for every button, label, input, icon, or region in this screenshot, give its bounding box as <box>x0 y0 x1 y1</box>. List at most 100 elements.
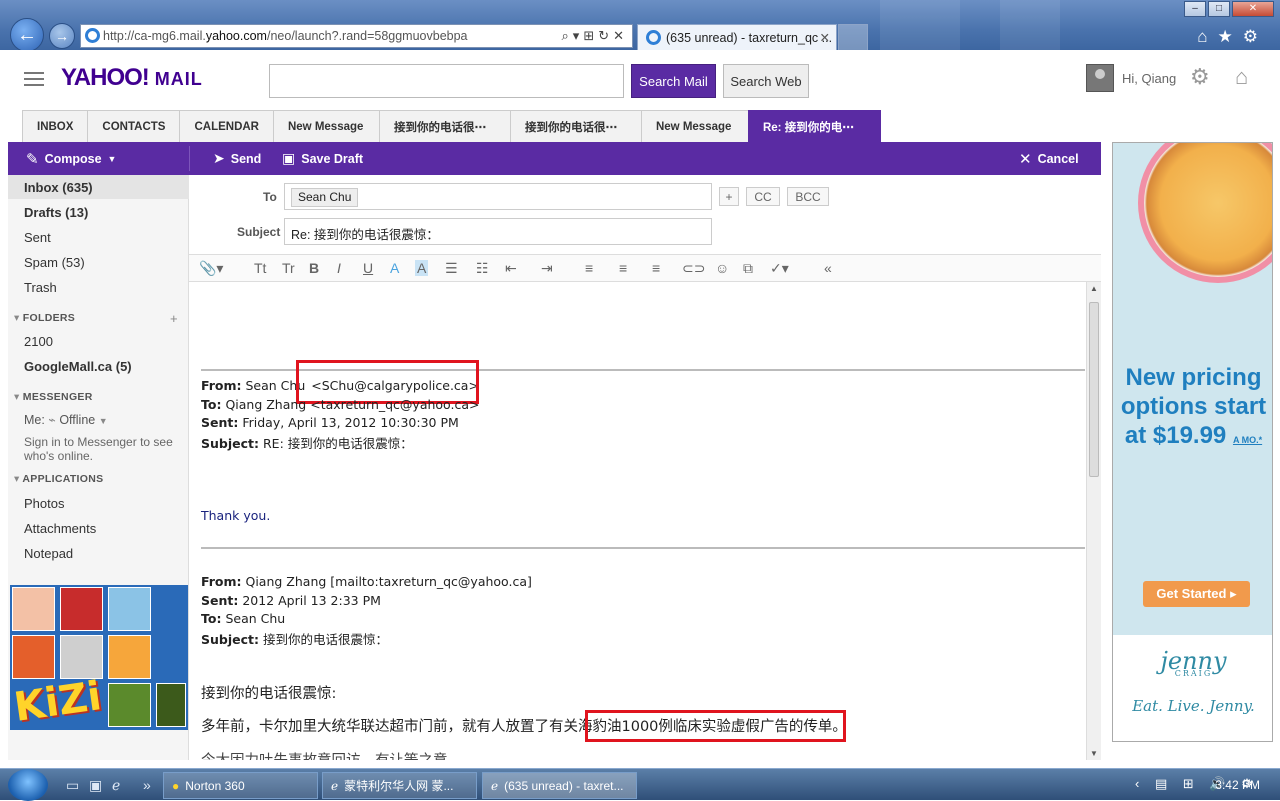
tab-inbox[interactable]: INBOX <box>22 110 89 142</box>
scroll-thumb[interactable] <box>1089 302 1099 477</box>
quicklaunch-more-icon[interactable]: » <box>143 777 151 793</box>
taskbar-item-norton[interactable]: ● Norton 360 <box>163 772 318 799</box>
italic-icon[interactable]: I <box>337 260 341 276</box>
add-folder-icon[interactable]: + <box>170 311 178 326</box>
subject-field[interactable]: Re: 接到你的电话很震惊： <box>284 218 712 245</box>
scroll-up-icon[interactable]: ▲ <box>1090 284 1098 293</box>
folder-item-2100[interactable]: 2100 <box>24 334 53 349</box>
cancel-button[interactable]: ✕ Cancel <box>1019 150 1079 168</box>
to-field[interactable]: Sean Chu <box>284 183 712 210</box>
game-ad-block[interactable]: KiZi <box>10 585 188 731</box>
home-icon[interactable]: ⌂ <box>1235 64 1248 90</box>
game-thumb[interactable] <box>108 587 151 631</box>
save-draft-button[interactable]: ▣ Save Draft <box>282 150 363 167</box>
show-desktop-icon[interactable]: ▭ <box>66 777 79 794</box>
app-item-notepad[interactable]: Notepad <box>24 546 73 561</box>
kizi-logo[interactable]: KiZi <box>11 673 104 731</box>
sidebar-item-trash[interactable]: Trash <box>24 280 57 295</box>
applications-heading[interactable]: APPLICATIONS <box>14 473 103 485</box>
messenger-note[interactable]: Sign in to Messenger to see who's online… <box>24 435 174 463</box>
attach-paperclip-icon[interactable]: 📎▾ <box>199 260 223 277</box>
home-icon[interactable]: ⌂ <box>1197 27 1217 46</box>
tab-calendar[interactable]: CALENDAR <box>179 110 274 142</box>
sidebar-item-sent[interactable]: Sent <box>24 230 51 245</box>
add-recipient-button[interactable]: + <box>719 187 739 206</box>
messenger-status[interactable]: Me: ⌁ Offline ▼ <box>24 412 108 427</box>
browser-tab[interactable]: (635 unread) - taxreturn_qc ... ✕ <box>637 24 837 50</box>
close-tab-icon[interactable]: ✕ <box>820 30 830 45</box>
get-started-button[interactable]: Get Started ▸ <box>1143 581 1250 607</box>
explorer-icon[interactable]: ▣ <box>89 777 102 794</box>
folders-heading[interactable]: FOLDERS <box>14 312 75 324</box>
link-icon[interactable]: ⊂⊃ <box>682 260 705 277</box>
game-thumb[interactable] <box>12 587 55 631</box>
tab-reply-active[interactable]: Re: 接到你的电⋯ <box>747 110 881 142</box>
cc-button[interactable]: CC <box>746 187 780 206</box>
yahoo-mail-logo[interactable]: YAHOO! MAIL <box>61 64 203 92</box>
maximize-button[interactable]: □ <box>1208 1 1230 17</box>
send-button[interactable]: ➤ Send <box>213 150 261 167</box>
app-item-photos[interactable]: Photos <box>24 496 64 511</box>
align-right-icon[interactable]: ≡ <box>652 260 660 276</box>
app-item-attachments[interactable]: Attachments <box>24 521 96 536</box>
recipient-chip[interactable]: Sean Chu <box>291 188 359 207</box>
ie-quicklaunch-icon[interactable]: ℯ <box>112 777 120 794</box>
tools-gear-icon[interactable]: ⚙ <box>1243 27 1268 46</box>
search-input[interactable] <box>269 64 624 98</box>
search-mail-button[interactable]: Search Mail <box>631 64 716 98</box>
indent-icon[interactable]: ⇥ <box>541 260 553 277</box>
compose-button[interactable]: ✎ Compose ▼ <box>26 150 116 168</box>
minimize-button[interactable]: – <box>1184 1 1206 17</box>
highlight-color-icon[interactable]: A <box>415 260 429 276</box>
tab-contacts[interactable]: CONTACTS <box>87 110 181 142</box>
taskbar-item-ie-1[interactable]: ℯ 蒙特利尔华人网 蒙... <box>322 772 477 799</box>
game-thumb[interactable] <box>108 635 151 679</box>
align-left-icon[interactable]: ≡ <box>585 260 593 276</box>
stationery-icon[interactable]: ⧉ <box>743 260 753 277</box>
clock[interactable]: 3:42 PM <box>1215 778 1260 792</box>
bullet-list-icon[interactable]: ☰ <box>445 260 458 277</box>
user-greeting[interactable]: Hi, Qiang <box>1122 71 1176 86</box>
emoji-icon[interactable]: ☺ <box>715 260 729 276</box>
collapse-toolbar-icon[interactable]: « <box>824 260 832 276</box>
favorites-star-icon[interactable]: ★ <box>1218 27 1243 46</box>
sidebar-item-drafts[interactable]: Drafts (13) <box>24 205 88 220</box>
bcc-button[interactable]: BCC <box>787 187 829 206</box>
new-tab-button[interactable] <box>838 24 868 50</box>
font-size-icon[interactable]: Tt <box>254 260 266 276</box>
folder-item-googlemall[interactable]: GoogleMall.ca (5) <box>24 359 132 374</box>
forward-button[interactable]: → <box>49 23 75 49</box>
align-center-icon[interactable]: ≡ <box>619 260 627 276</box>
avatar[interactable] <box>1086 64 1114 92</box>
numbered-list-icon[interactable]: ☷ <box>476 260 489 277</box>
font-family-icon[interactable]: Tr <box>282 260 295 276</box>
address-tools-icons[interactable]: ⌕▾⊞↻✕ <box>562 28 628 44</box>
browser-icons[interactable]: ⌂★⚙ <box>1197 27 1268 47</box>
taskbar-item-ie-2[interactable]: ℯ (635 unread) - taxret... <box>482 772 637 799</box>
close-window-button[interactable]: ✕ <box>1232 1 1274 17</box>
settings-gear-icon[interactable]: ⚙ <box>1190 64 1210 90</box>
bold-icon[interactable]: B <box>309 260 319 276</box>
text-color-icon[interactable]: A <box>390 260 399 276</box>
tab-new-message-1[interactable]: New Message <box>272 110 380 142</box>
game-thumb[interactable] <box>60 587 103 631</box>
messenger-heading[interactable]: MESSENGER <box>14 391 93 403</box>
tab-new-message-2[interactable]: New Message <box>640 110 749 142</box>
message-body[interactable]: From: Sean Chu <SChu@calgarypolice.ca> T… <box>189 282 1086 760</box>
back-button[interactable]: ← <box>10 18 44 50</box>
sidebar-item-inbox[interactable]: Inbox (635) <box>24 180 93 195</box>
spellcheck-icon[interactable]: ✓▾ <box>770 260 789 277</box>
game-thumb[interactable] <box>156 683 186 727</box>
tab-draft-1[interactable]: 接到你的电话很⋯ <box>378 110 511 142</box>
underline-icon[interactable]: U <box>363 260 373 276</box>
search-web-button[interactable]: Search Web <box>723 64 809 98</box>
game-thumb[interactable] <box>12 635 55 679</box>
tab-draft-2[interactable]: 接到你的电话很⋯ <box>509 110 642 142</box>
outdent-icon[interactable]: ⇤ <box>505 260 517 277</box>
scroll-down-icon[interactable]: ▼ <box>1090 749 1098 758</box>
menu-hamburger-icon[interactable] <box>24 72 44 86</box>
windows-start-button[interactable] <box>8 769 48 801</box>
body-scrollbar[interactable]: ▲ ▼ <box>1086 282 1101 760</box>
address-bar[interactable]: http://ca-mg6.mail. yahoo.com/neo/launch?… <box>80 24 633 48</box>
jenny-craig-ad[interactable]: New pricing options start at $19.99 A MO… <box>1112 142 1273 742</box>
